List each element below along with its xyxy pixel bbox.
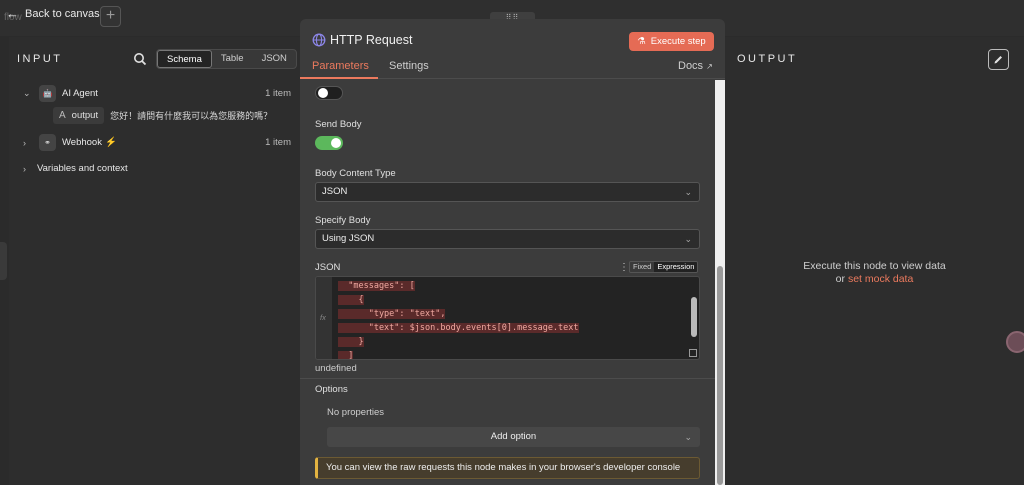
arrow-left-icon: ← bbox=[6, 6, 19, 21]
more-options-icon[interactable]: ⋮ bbox=[619, 262, 629, 273]
tree-node-label: AI Agent bbox=[62, 88, 98, 99]
add-node-button[interactable]: + bbox=[100, 6, 121, 27]
mode-expression-button[interactable]: Expression bbox=[654, 262, 698, 272]
specify-body-select[interactable]: Using JSON ⌄ bbox=[315, 229, 700, 249]
trigger-bolt-icon: ⚡ bbox=[104, 137, 117, 148]
add-option-button[interactable]: Add option ⌄ bbox=[327, 427, 700, 447]
view-mode-toggle: Schema Table JSON bbox=[156, 49, 297, 69]
string-type-icon: A bbox=[59, 110, 66, 121]
back-to-canvas-button[interactable]: ← Back to canvas bbox=[6, 6, 100, 21]
external-link-icon: ↗ bbox=[706, 62, 713, 71]
tree-node-label: Webhook bbox=[62, 137, 102, 148]
tree-node-ai-agent[interactable]: ⌄ 🤖 AI Agent 1 item bbox=[23, 85, 303, 102]
editor-scrollbar[interactable] bbox=[691, 297, 697, 337]
expression-result: undefined bbox=[315, 363, 357, 374]
tree-node-webhook[interactable]: › ⚭ Webhook ⚡ 1 item bbox=[23, 134, 303, 151]
code-content[interactable]: "messages": [ { "type": "text", "text": … bbox=[338, 279, 579, 360]
chevron-down-icon: ⌄ bbox=[684, 432, 692, 442]
input-panel-title: INPUT bbox=[17, 53, 63, 65]
developer-console-notice: You can view the raw requests this node … bbox=[315, 457, 700, 479]
back-to-canvas-label: Back to canvas bbox=[25, 7, 100, 20]
json-mode-toggle: Fixed Expression bbox=[629, 261, 699, 273]
field-name: output bbox=[71, 110, 99, 121]
code-line: "type": "text", bbox=[338, 309, 446, 319]
resize-handle-icon[interactable] bbox=[689, 349, 697, 357]
search-icon[interactable] bbox=[133, 52, 147, 66]
set-mock-data-link[interactable]: set mock data bbox=[848, 273, 913, 285]
node-settings-dialog: HTTP Request ⚗ Execute step Parameters S… bbox=[300, 19, 725, 485]
view-schema-button[interactable]: Schema bbox=[157, 50, 212, 68]
send-body-toggle[interactable] bbox=[315, 136, 343, 150]
tree-node-variables[interactable]: › Variables and context bbox=[23, 163, 128, 174]
editor-gutter: fx bbox=[316, 277, 332, 359]
pencil-icon bbox=[994, 56, 1002, 64]
json-mode-tools: ⋮ Fixed Expression bbox=[619, 261, 700, 273]
code-line: { bbox=[338, 295, 364, 305]
send-body-label: Send Body bbox=[315, 119, 362, 130]
tab-parameters[interactable]: Parameters bbox=[312, 60, 369, 72]
dialog-tabs: Parameters Settings Docs ↗ bbox=[300, 55, 725, 79]
output-panel: OUTPUT Execute this node to view data or… bbox=[725, 37, 1024, 485]
chevron-down-icon: ⌄ bbox=[684, 187, 692, 197]
output-panel-title: OUTPUT bbox=[737, 53, 798, 65]
flask-icon: ⚗ bbox=[637, 36, 646, 47]
schema-field-output[interactable]: A output 您好！請問有什麼我可以為您服務的嗎？ bbox=[53, 107, 272, 124]
chevron-down-icon: ⌄ bbox=[684, 234, 692, 244]
item-count: 1 item bbox=[265, 88, 291, 99]
robot-icon: 🤖 bbox=[39, 85, 56, 102]
divider bbox=[300, 378, 715, 379]
view-table-button[interactable]: Table bbox=[212, 50, 253, 68]
no-properties-text: No properties bbox=[327, 407, 385, 418]
body-content-type-select[interactable]: JSON ⌄ bbox=[315, 182, 700, 202]
chevron-right-icon[interactable]: › bbox=[23, 138, 33, 148]
field-tag: A output bbox=[53, 107, 105, 124]
toggle-knob bbox=[318, 88, 328, 98]
edit-output-button[interactable] bbox=[988, 49, 1009, 70]
tab-settings[interactable]: Settings bbox=[389, 60, 429, 72]
specify-body-label: Specify Body bbox=[315, 215, 371, 226]
json-expression-editor[interactable]: fx "messages": [ { "type": "text", "text… bbox=[315, 276, 700, 360]
chevron-right-icon[interactable]: › bbox=[23, 164, 33, 174]
options-label: Options bbox=[315, 384, 348, 395]
globe-icon bbox=[312, 33, 326, 47]
item-count: 1 item bbox=[265, 137, 291, 148]
fx-icon: fx bbox=[320, 313, 326, 322]
active-tab-indicator bbox=[300, 77, 378, 79]
mode-fixed-button[interactable]: Fixed bbox=[630, 262, 655, 272]
toggle-knob bbox=[331, 138, 341, 148]
side-panel-handle[interactable] bbox=[0, 242, 7, 280]
body-content-type-label: Body Content Type bbox=[315, 168, 396, 179]
docs-link[interactable]: Docs ↗ bbox=[678, 60, 713, 72]
assistant-bubble-icon[interactable] bbox=[1006, 331, 1024, 353]
dialog-scrollbar-thumb[interactable] bbox=[717, 266, 723, 485]
field-value: 您好！請問有什麼我可以為您服務的嗎？ bbox=[110, 111, 273, 121]
code-line: } bbox=[338, 337, 364, 347]
json-label: JSON bbox=[315, 262, 341, 273]
code-line: ] bbox=[338, 351, 354, 360]
tree-node-label: Variables and context bbox=[37, 163, 128, 174]
code-line: "messages": [ bbox=[338, 281, 415, 291]
view-json-button[interactable]: JSON bbox=[253, 50, 296, 68]
input-panel: INPUT Schema Table JSON ⌄ 🤖 AI Agent 1 i… bbox=[9, 37, 301, 485]
code-line: "text": $json.body.events[0].message.tex… bbox=[338, 323, 579, 333]
parameters-form: Send Body Body Content Type JSON ⌄ Speci… bbox=[300, 80, 715, 485]
webhook-icon: ⚭ bbox=[39, 134, 56, 151]
node-title[interactable]: HTTP Request bbox=[330, 33, 412, 47]
empty-output-message: Execute this node to view data bbox=[803, 260, 946, 272]
execute-step-label: Execute step bbox=[650, 36, 706, 47]
chevron-down-icon[interactable]: ⌄ bbox=[23, 88, 33, 99]
execute-step-button[interactable]: ⚗ Execute step bbox=[629, 32, 714, 51]
mock-data-line: or set mock data bbox=[835, 273, 914, 285]
previous-toggle-switch[interactable] bbox=[315, 86, 343, 100]
